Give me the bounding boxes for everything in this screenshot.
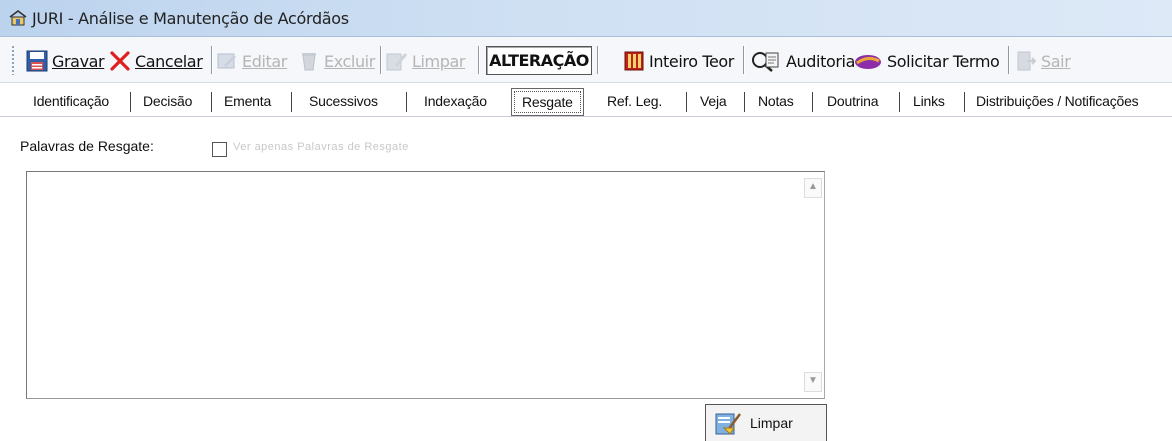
scroll-down-icon[interactable]: ▼ — [804, 372, 822, 392]
toolbar-separator — [478, 46, 479, 74]
toolbar-separator — [211, 46, 212, 74]
tab-doutrina[interactable]: Doutrina — [827, 93, 879, 109]
editar-button[interactable]: Editar — [216, 47, 287, 75]
cancelar-button[interactable]: Cancelar — [109, 47, 203, 75]
excluir-label: Excluir — [324, 51, 375, 71]
toolbar-separator — [743, 46, 744, 74]
mode-indicator: ALTERAÇÃO — [486, 46, 592, 75]
sair-button[interactable]: Sair — [1015, 47, 1071, 75]
limpar-label: Limpar — [750, 415, 793, 431]
toolbar-separator — [380, 46, 381, 74]
limpar-toolbar-label: Limpar — [412, 51, 466, 71]
tab-ementa[interactable]: Ementa — [224, 93, 271, 109]
tab-ref-leg[interactable]: Ref. Leg. — [607, 93, 662, 109]
tab-separator — [291, 92, 292, 112]
tab-bar: Identificação Decisão Ementa Sucessivos … — [0, 86, 1172, 116]
solicitar-termo-button[interactable]: Solicitar Termo — [853, 47, 1000, 75]
gravar-label: Gravar — [52, 51, 105, 71]
toolbar-separator — [597, 46, 598, 74]
edit-icon — [217, 53, 236, 69]
auditoria-button[interactable]: Auditoria — [748, 47, 855, 75]
editar-label: Editar — [242, 51, 287, 71]
tab-separator — [964, 92, 965, 112]
toolbar-grip[interactable] — [11, 45, 15, 75]
palavras-resgate-textarea[interactable]: ▲ ▼ — [26, 171, 825, 399]
tab-notas[interactable]: Notas — [758, 93, 794, 109]
tab-identificacao[interactable]: Identificação — [33, 93, 109, 109]
limpar-button[interactable]: Limpar — [705, 404, 827, 441]
audit-icon — [752, 52, 779, 72]
ver-apenas-resgate-label: Ver apenas Palavras de Resgate — [233, 141, 409, 153]
title-bar: JURI - Análise e Manutenção de Acórdãos — [0, 0, 1172, 37]
tab-separator — [812, 92, 813, 112]
tab-separator — [211, 92, 212, 112]
gravar-button[interactable]: Gravar — [26, 47, 105, 75]
request-term-icon — [855, 55, 881, 69]
toolbar-separator — [1008, 46, 1009, 74]
limpar-toolbar-button[interactable]: Limpar — [386, 47, 465, 75]
clear-broom-icon — [715, 413, 741, 435]
excluir-button[interactable]: Excluir — [298, 47, 375, 75]
cancelar-label: Cancelar — [135, 51, 203, 71]
toolbar: Gravar Cancelar Editar Excluir Limpar AL… — [0, 37, 1172, 83]
window-title: JURI - Análise e Manutenção de Acórdãos — [32, 9, 349, 28]
app-icon — [9, 10, 27, 26]
tab-veja[interactable]: Veja — [700, 93, 727, 109]
tab-indexacao[interactable]: Indexação — [424, 93, 487, 109]
ver-apenas-resgate-checkbox[interactable] — [212, 142, 227, 157]
tab-separator — [130, 92, 131, 112]
sair-label: Sair — [1041, 51, 1071, 71]
inteiro-teor-label: Inteiro Teor — [649, 51, 734, 71]
auditoria-label: Auditoria — [786, 51, 855, 71]
tab-distribuicoes-notificacoes[interactable]: Distribuições / Notificações — [976, 93, 1139, 109]
exit-icon — [1017, 51, 1037, 71]
cancel-icon — [110, 51, 130, 71]
tab-divider — [0, 116, 1172, 117]
tab-separator — [406, 92, 407, 112]
book-icon — [624, 51, 644, 71]
tab-separator — [686, 92, 687, 112]
tab-links[interactable]: Links — [913, 93, 945, 109]
tab-decisao[interactable]: Decisão — [143, 93, 192, 109]
tab-sucessivos[interactable]: Sucessivos — [309, 93, 378, 109]
scroll-up-icon[interactable]: ▲ — [804, 178, 822, 198]
clear-icon — [386, 53, 408, 71]
save-icon — [26, 50, 48, 72]
tab-separator — [744, 92, 745, 112]
tab-separator — [899, 92, 900, 112]
solicitar-termo-label: Solicitar Termo — [887, 51, 1000, 71]
palavras-resgate-label: Palavras de Resgate: — [20, 138, 154, 154]
delete-icon — [302, 53, 316, 71]
inteiro-teor-button[interactable]: Inteiro Teor — [623, 47, 734, 75]
tab-resgate[interactable]: Resgate — [511, 88, 584, 116]
